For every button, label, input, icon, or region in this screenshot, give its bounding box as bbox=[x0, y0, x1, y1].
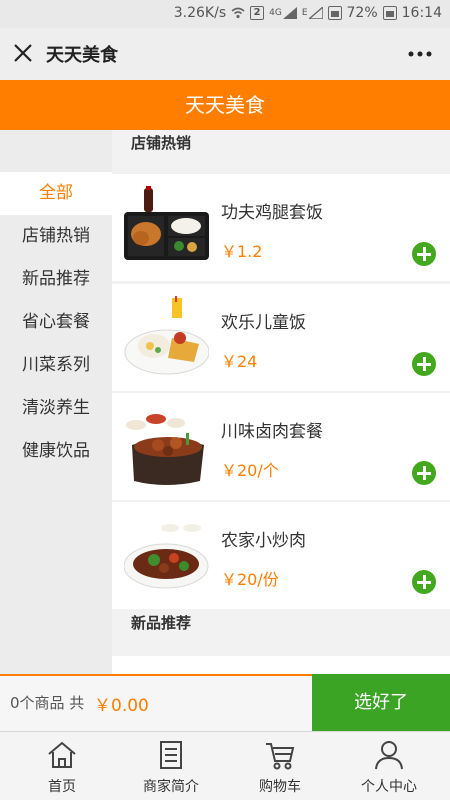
battery-level: 72% bbox=[346, 5, 378, 21]
category-combo[interactable]: 省心套餐 bbox=[0, 301, 112, 344]
product-name: 功夫鸡腿套饭 bbox=[221, 203, 323, 223]
edge-type: E bbox=[301, 8, 308, 18]
category-hot[interactable]: 店铺热销 bbox=[0, 215, 112, 258]
category-drinks[interactable]: 健康饮品 bbox=[0, 430, 112, 473]
checkout-button[interactable]: 选好了 bbox=[312, 674, 450, 731]
document-icon bbox=[160, 741, 182, 769]
product-list[interactable]: 店铺热销 功夫鸡腿套饭 ￥1.2 欢乐儿童饭 ￥24 川味卤肉套餐 ￥20/个 … bbox=[112, 130, 450, 674]
cart-icon bbox=[266, 743, 295, 770]
network-speed: 3.26K/s bbox=[173, 5, 227, 21]
clock: 16:14 bbox=[401, 5, 442, 21]
tab-cart[interactable]: 购物车 bbox=[224, 732, 336, 800]
sim-badge: 2 bbox=[250, 6, 265, 20]
cart-bar: 0个商品 共 ￥0.00 选好了 bbox=[0, 674, 450, 731]
close-icon[interactable] bbox=[12, 42, 34, 64]
tab-home[interactable]: 首页 bbox=[6, 732, 118, 800]
product-price: ￥24 bbox=[221, 352, 258, 371]
product-name: 欢乐儿童饭 bbox=[221, 313, 306, 333]
product-image bbox=[126, 414, 204, 485]
category-sichuan[interactable]: 川菜系列 bbox=[0, 344, 112, 387]
network-type: 4G bbox=[269, 8, 282, 18]
tab-label: 商家简介 bbox=[143, 779, 199, 795]
add-to-cart-icon[interactable] bbox=[412, 352, 436, 376]
category-sidebar: 全部 店铺热销 新品推荐 省心套餐 川菜系列 清淡养生 健康饮品 bbox=[0, 130, 112, 674]
battery-glyph-icon bbox=[382, 6, 397, 20]
category-light[interactable]: 清淡养生 bbox=[0, 387, 112, 430]
product-item[interactable]: 农家小炒肉 ￥20/份 bbox=[112, 502, 450, 609]
battery-icon bbox=[327, 6, 342, 20]
add-to-cart-icon[interactable] bbox=[412, 242, 436, 266]
bottom-nav: 首页 商家简介 购物车 个人中心 bbox=[0, 731, 450, 800]
product-name: 农家小炒肉 bbox=[221, 531, 306, 551]
product-item[interactable]: 功夫鸡腿套饭 ￥1.2 bbox=[112, 174, 450, 281]
shop-header: 天天美食 bbox=[0, 80, 450, 130]
product-price: ￥20/份 bbox=[221, 570, 279, 589]
cart-total: ￥0.00 bbox=[94, 696, 149, 716]
product-price: ￥20/个 bbox=[221, 461, 279, 480]
tab-about[interactable]: 商家简介 bbox=[115, 732, 227, 800]
window-title: 天天美食 bbox=[46, 45, 118, 66]
section-title: 新品推荐 bbox=[131, 614, 192, 632]
signal-icon-2 bbox=[308, 7, 323, 19]
title-bar: 天天美食 bbox=[0, 28, 450, 80]
product-item[interactable]: 川味卤肉套餐 ￥20/个 bbox=[112, 393, 450, 500]
category-new[interactable]: 新品推荐 bbox=[0, 258, 112, 301]
product-image bbox=[124, 296, 209, 375]
cart-count: 0个商品 共 bbox=[10, 694, 85, 712]
signal-icon bbox=[282, 7, 297, 19]
add-to-cart-icon[interactable] bbox=[412, 461, 436, 485]
tab-label: 首页 bbox=[48, 779, 76, 795]
wifi-icon bbox=[231, 7, 245, 19]
tab-profile[interactable]: 个人中心 bbox=[333, 732, 445, 800]
user-icon bbox=[375, 741, 403, 770]
product-name: 川味卤肉套餐 bbox=[221, 422, 323, 442]
status-bar: 3.26K/s 2 4G E 72% 16:14 bbox=[0, 0, 450, 28]
shop-title: 天天美食 bbox=[185, 93, 265, 117]
more-icon[interactable] bbox=[408, 51, 432, 57]
product-image bbox=[124, 524, 209, 589]
product-item[interactable] bbox=[112, 656, 450, 674]
product-image bbox=[124, 186, 209, 260]
add-to-cart-icon[interactable] bbox=[412, 570, 436, 594]
product-price: ￥1.2 bbox=[221, 242, 263, 261]
home-icon bbox=[48, 741, 76, 768]
category-all[interactable]: 全部 bbox=[0, 172, 112, 215]
tab-label: 个人中心 bbox=[361, 779, 417, 795]
product-item[interactable]: 欢乐儿童饭 ￥24 bbox=[112, 284, 450, 391]
tab-label: 购物车 bbox=[259, 779, 301, 795]
section-title: 店铺热销 bbox=[131, 134, 192, 152]
